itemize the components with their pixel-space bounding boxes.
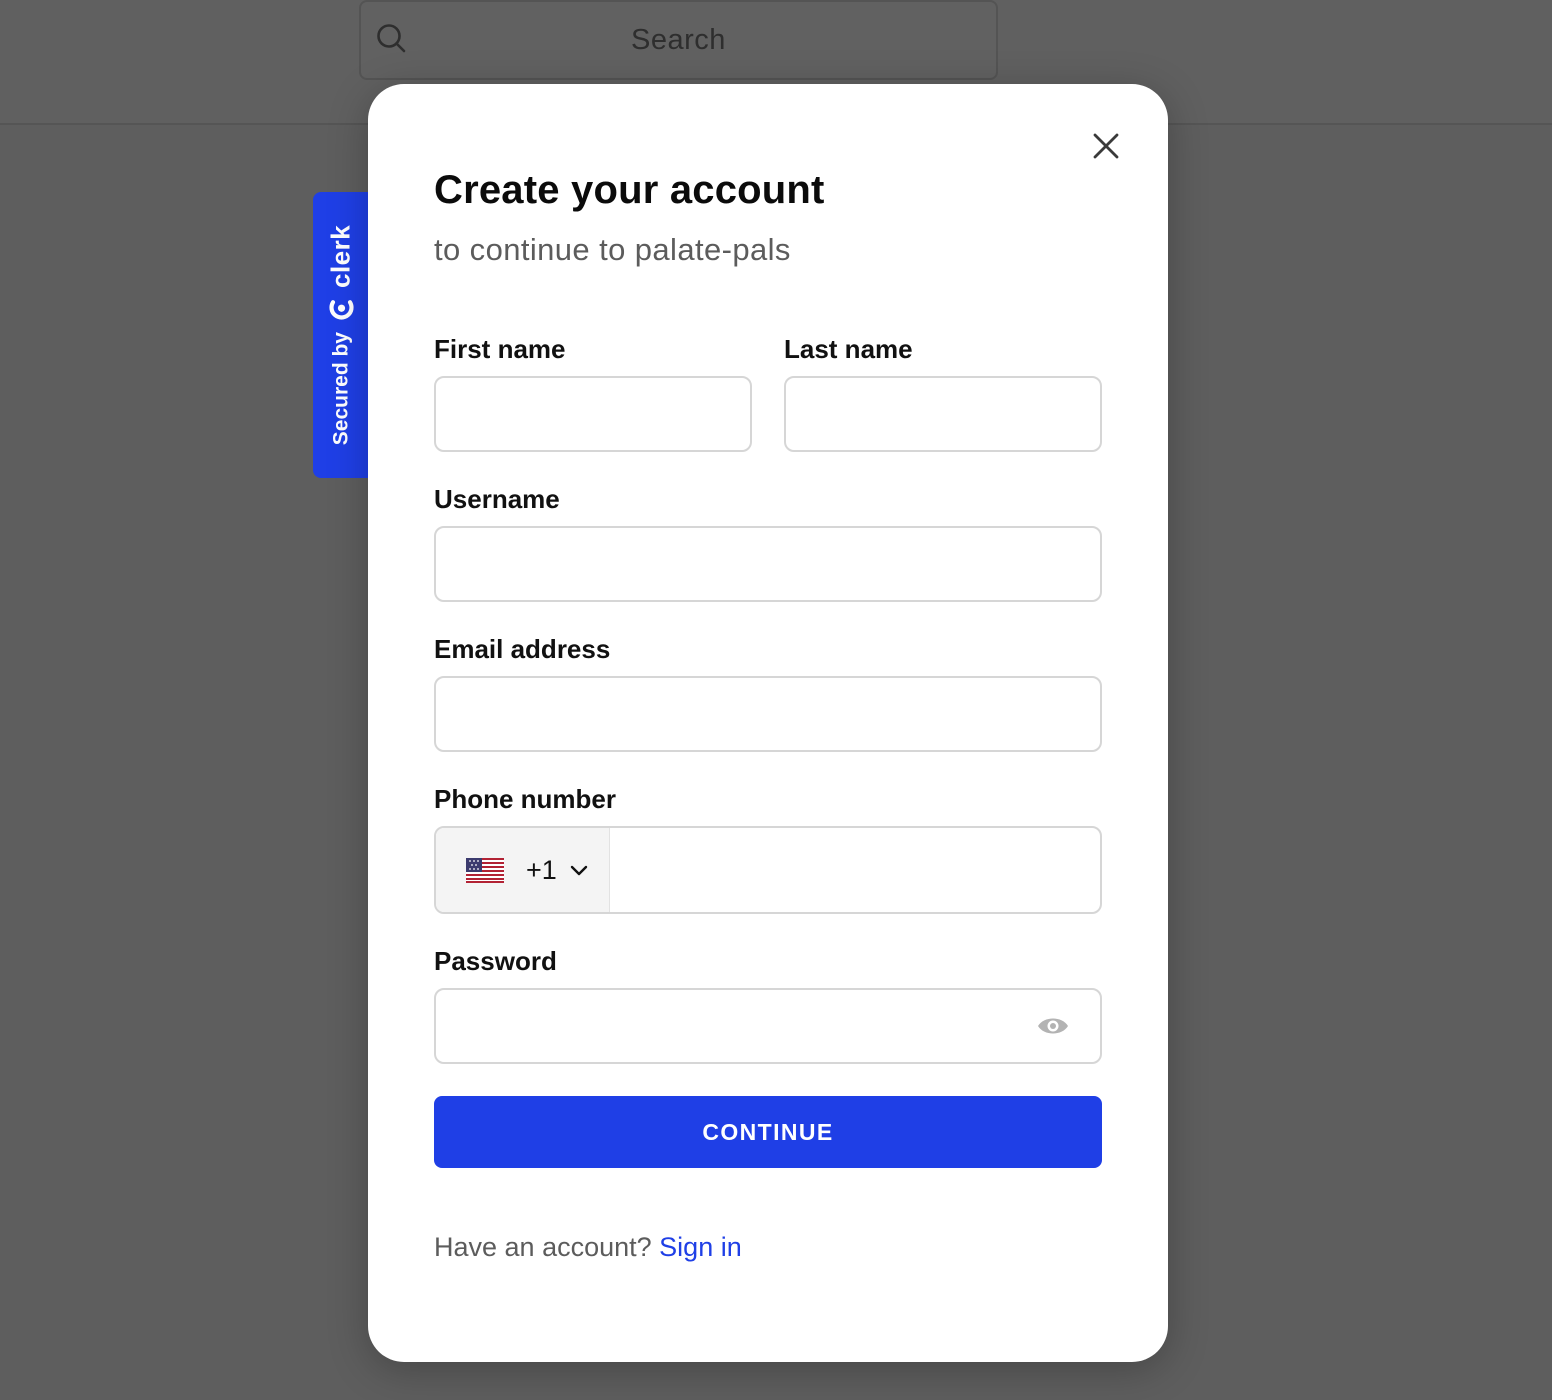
country-code-select[interactable]: +1	[436, 828, 610, 912]
first-name-label: First name	[434, 334, 566, 364]
us-flag-icon	[466, 857, 504, 883]
continue-button[interactable]: CONTINUE	[434, 1096, 1102, 1168]
clerk-logo-icon	[328, 299, 354, 320]
password-label: Password	[434, 946, 557, 976]
username-field[interactable]	[434, 526, 1102, 602]
eye-icon[interactable]	[1036, 1013, 1070, 1039]
username-label: Username	[434, 484, 560, 514]
email-field[interactable]	[434, 676, 1102, 752]
sign-in-prompt: Have an account? Sign in	[434, 1232, 742, 1263]
page-backdrop: Search Secured by clerk Create your acco…	[0, 0, 1552, 1400]
chevron-down-icon	[570, 865, 587, 876]
modal-subtitle: to continue to palate-pals	[434, 232, 791, 267]
secured-by-label: Secured by	[329, 332, 352, 446]
password-field[interactable]	[434, 988, 1102, 1064]
clerk-logo: clerk	[326, 225, 357, 322]
secured-by-clerk-badge[interactable]: Secured by clerk	[313, 192, 369, 478]
phone-field[interactable]: +1	[434, 826, 1102, 914]
sign-in-link[interactable]: Sign in	[659, 1232, 742, 1262]
email-label: Email address	[434, 634, 611, 664]
last-name-field[interactable]	[784, 376, 1102, 452]
close-icon[interactable]	[1088, 128, 1124, 164]
dial-code: +1	[526, 854, 557, 885]
last-name-label: Last name	[784, 334, 913, 364]
first-name-field[interactable]	[434, 376, 752, 452]
search-placeholder: Search	[631, 24, 726, 56]
search-input[interactable]: Search	[359, 0, 998, 80]
phone-label: Phone number	[434, 784, 617, 814]
have-account-text: Have an account?	[434, 1232, 652, 1262]
clerk-wordmark: clerk	[325, 224, 356, 289]
modal-title: Create your account	[434, 168, 825, 212]
sign-up-modal: Create your account to continue to palat…	[368, 84, 1168, 1362]
